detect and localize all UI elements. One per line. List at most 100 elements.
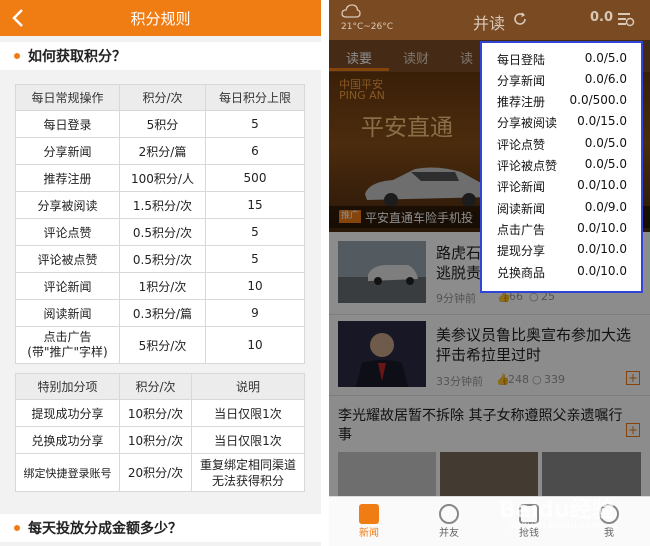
app-title: 并读 bbox=[473, 14, 506, 33]
news-tab-icon bbox=[359, 504, 379, 524]
popup-label: 分享被阅读 bbox=[497, 116, 558, 130]
table-cell: 阅读新闻 bbox=[15, 299, 120, 327]
table-row: 每日登录 5积分 5 bbox=[15, 110, 305, 138]
cell-line: 重复绑定相同渠道 bbox=[199, 457, 296, 472]
popup-label: 分享新闻 bbox=[497, 74, 546, 88]
score-popup: 每日登陆 0.0/5.0 分享新闻 0.0/6.0 推荐注册 0.0/500.0 分享… bbox=[480, 41, 643, 293]
popup-row: 推荐注册 0.0/500.0 bbox=[497, 93, 627, 111]
popup-row: 分享新闻 0.0/6.0 bbox=[497, 72, 627, 90]
table-cell: 分享被阅读 bbox=[15, 191, 120, 219]
table-cell: 评论新闻 bbox=[15, 272, 120, 300]
header-cell: 特别加分项 bbox=[15, 373, 120, 400]
popup-row: 阅读新闻 0.0/9.0 bbox=[497, 200, 627, 218]
popup-label: 阅读新闻 bbox=[497, 202, 546, 216]
table-cell: 推荐注册 bbox=[15, 164, 120, 192]
popup-value: 0.0/500.0 bbox=[569, 93, 627, 107]
table-row: 点击广告 (带"推广"字样) 5积分/次 10 bbox=[15, 326, 305, 364]
left-header: 积分规则 bbox=[0, 0, 321, 36]
page-title: 积分规则 bbox=[130, 9, 191, 28]
table-row: 评论点赞 0.5积分/次 5 bbox=[15, 218, 305, 246]
table-row: 提现成功分享 10积分/次 当日仅限1次 bbox=[15, 399, 305, 427]
table-cell: 6 bbox=[205, 137, 305, 165]
table-cell: 5积分/次 bbox=[119, 326, 206, 364]
table-cell: 0.5积分/次 bbox=[119, 218, 206, 246]
table-row: 评论被点赞 0.5积分/次 5 bbox=[15, 245, 305, 273]
table-row: 推荐注册 100积分/人 500 bbox=[15, 164, 305, 192]
table-cell: 10积分/次 bbox=[119, 399, 192, 427]
friends-tab-icon bbox=[439, 504, 459, 524]
watermark-url: jingyan.baidu.com bbox=[509, 520, 602, 531]
popup-value: 0.0/5.0 bbox=[584, 136, 627, 150]
table-cell: 2积分/篇 bbox=[119, 137, 206, 165]
table-row: 分享被阅读 1.5积分/次 15 bbox=[15, 191, 305, 219]
table-cell: 20积分/次 bbox=[119, 453, 192, 492]
table-cell: 5 bbox=[205, 245, 305, 273]
table-cell: 点击广告 (带"推广"字样) bbox=[15, 326, 120, 364]
table-cell: 10 bbox=[205, 272, 305, 300]
popup-row: 兑换商品 0.0/10.0 bbox=[497, 264, 627, 282]
nav-news[interactable]: 新闻 bbox=[337, 497, 401, 546]
table-cell: 5 bbox=[205, 218, 305, 246]
table-cell: 1积分/次 bbox=[119, 272, 206, 300]
table-cell: 5积分 bbox=[119, 110, 206, 138]
bullet-dot bbox=[14, 525, 20, 531]
table-row: 绑定快捷登录账号 20积分/次 重复绑定相同渠道 无法获得积分 bbox=[15, 453, 305, 492]
cloud-icon bbox=[341, 4, 361, 18]
nav-label: 并友 bbox=[439, 528, 459, 539]
popup-label: 评论被点赞 bbox=[497, 159, 558, 173]
table-row: 阅读新闻 0.3积分/篇 9 bbox=[15, 299, 305, 327]
popup-row: 评论被点赞 0.0/5.0 bbox=[497, 157, 627, 175]
cell-line: (带"推广"字样) bbox=[27, 345, 108, 359]
back-arrow-icon[interactable] bbox=[9, 7, 29, 29]
popup-row: 评论点赞 0.0/5.0 bbox=[497, 136, 627, 154]
section-heading-earn: 如何获取积分？ bbox=[0, 42, 321, 70]
special-points-table: 特别加分项 积分/次 说明 提现成功分享 10积分/次 当日仅限1次 兑换成功分享 1… bbox=[15, 373, 305, 492]
table-cell: 500 bbox=[205, 164, 305, 192]
score-value[interactable]: 0.0 bbox=[590, 10, 613, 25]
table-cell: 评论被点赞 bbox=[15, 245, 120, 273]
popup-value: 0.0/10.0 bbox=[577, 264, 627, 278]
popup-label: 点击广告 bbox=[497, 223, 546, 237]
table-row: 评论新闻 1积分/次 10 bbox=[15, 272, 305, 300]
table-cell: 100积分/人 bbox=[119, 164, 206, 192]
popup-row: 分享被阅读 0.0/15.0 bbox=[497, 114, 627, 132]
popup-label: 推荐注册 bbox=[497, 95, 546, 109]
daily-points-table: 每日常规操作 积分/次 每日积分上限 每日登录 5积分 5 分享新闻 2积分/篇 6 推… bbox=[15, 84, 305, 364]
popup-row: 每日登陆 0.0/5.0 bbox=[497, 51, 627, 69]
section-heading-text: 如何获取积分？ bbox=[28, 49, 126, 65]
header-cell: 每日积分上限 bbox=[205, 84, 305, 111]
popup-value: 0.0/5.0 bbox=[584, 51, 627, 65]
table-cell: 10积分/次 bbox=[119, 426, 192, 454]
popup-value: 0.0/6.0 bbox=[584, 72, 627, 86]
table-cell: 兑换成功分享 bbox=[15, 426, 120, 454]
table-cell: 绑定快捷登录账号 bbox=[15, 453, 120, 492]
nav-friends[interactable]: 并友 bbox=[417, 497, 481, 546]
header-cell: 积分/次 bbox=[119, 373, 192, 400]
popup-label: 评论点赞 bbox=[497, 138, 546, 152]
cell-line: 无法获得积分 bbox=[211, 473, 284, 488]
score-menu-icon[interactable] bbox=[617, 11, 635, 27]
popup-value: 0.0/15.0 bbox=[577, 114, 627, 128]
popup-value: 0.0/10.0 bbox=[577, 242, 627, 256]
table-cell: 提现成功分享 bbox=[15, 399, 120, 427]
table-cell: 15 bbox=[205, 191, 305, 219]
popup-label: 提现分享 bbox=[497, 244, 546, 258]
app-header: 21°C~26°C 并读 0.0 bbox=[329, 0, 650, 40]
popup-row: 点击广告 0.0/10.0 bbox=[497, 221, 627, 239]
table-cell: 重复绑定相同渠道 无法获得积分 bbox=[191, 453, 305, 492]
bullet-dot bbox=[14, 53, 20, 59]
nav-label: 我 bbox=[604, 528, 614, 539]
popup-value: 0.0/10.0 bbox=[577, 178, 627, 192]
table-cell: 0.5积分/次 bbox=[119, 245, 206, 273]
left-screen: 积分规则 如何获取积分？ 每日常规操作 积分/次 每日积分上限 每日登录 5积分 5… bbox=[0, 0, 321, 546]
nav-label: 新闻 bbox=[359, 528, 379, 539]
refresh-icon[interactable] bbox=[513, 12, 527, 26]
popup-value: 0.0/5.0 bbox=[584, 157, 627, 171]
popup-row: 提现分享 0.0/10.0 bbox=[497, 242, 627, 260]
table-cell: 当日仅限1次 bbox=[191, 426, 305, 454]
table-cell: 评论点赞 bbox=[15, 218, 120, 246]
table-header-row: 每日常规操作 积分/次 每日积分上限 bbox=[15, 84, 305, 111]
table-header-row: 特别加分项 积分/次 说明 bbox=[15, 373, 305, 400]
popup-label: 兑换商品 bbox=[497, 266, 546, 280]
table-cell: 5 bbox=[205, 110, 305, 138]
